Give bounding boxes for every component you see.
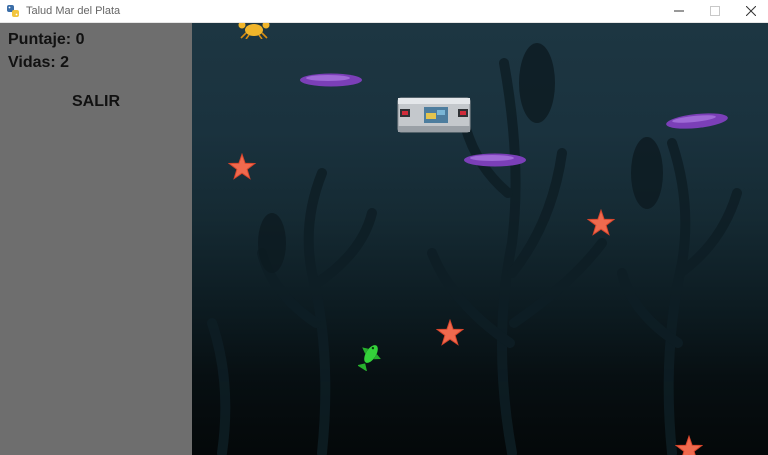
submarine [397, 97, 471, 133]
score-label: Puntaje: 0 [8, 31, 85, 48]
game-canvas[interactable] [192, 23, 768, 455]
minimize-icon [674, 10, 684, 12]
sea-slug [300, 73, 362, 87]
seaweed-background [207, 43, 742, 455]
close-icon [746, 6, 756, 16]
lives-label: Vidas: 2 [8, 54, 70, 71]
maximize-button[interactable] [698, 0, 732, 22]
maximize-icon [710, 6, 720, 16]
starfish [587, 209, 615, 236]
sea-slug [666, 113, 728, 129]
starfish [675, 435, 703, 455]
window-title: Talud Mar del Plata [26, 5, 121, 17]
crab [238, 23, 270, 39]
minimize-button[interactable] [662, 0, 696, 22]
sea-slug [464, 153, 526, 167]
python-icon [7, 5, 19, 17]
window-titlebar: Talud Mar del Plata [0, 0, 768, 23]
exit-button[interactable]: SALIR [60, 93, 132, 113]
player-fish [358, 345, 381, 371]
starfish [436, 319, 464, 346]
hud-panel: Puntaje: 0 Vidas: 2 SALIR [0, 23, 192, 455]
starfish [228, 153, 256, 180]
close-button[interactable] [734, 0, 768, 22]
